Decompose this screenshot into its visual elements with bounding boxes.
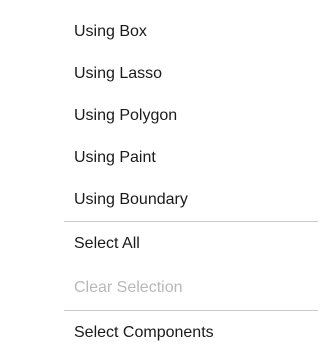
menu-separator bbox=[64, 221, 318, 222]
menu-item-select-components[interactable]: Select Components bbox=[74, 321, 214, 345]
menu-item-using-boundary[interactable]: Using Boundary bbox=[74, 188, 188, 212]
menu-item-using-lasso[interactable]: Using Lasso bbox=[74, 62, 162, 86]
menu-item-clear-selection: Clear Selection bbox=[74, 279, 183, 296]
menu-item-using-paint[interactable]: Using Paint bbox=[74, 146, 156, 170]
context-menu: Using Box Using Lasso Using Polygon Usin… bbox=[0, 0, 318, 347]
menu-separator bbox=[64, 310, 318, 311]
menu-item-using-box[interactable]: Using Box bbox=[74, 20, 147, 44]
menu-item-using-polygon[interactable]: Using Polygon bbox=[74, 104, 177, 128]
menu-item-select-all[interactable]: Select All bbox=[74, 232, 140, 256]
